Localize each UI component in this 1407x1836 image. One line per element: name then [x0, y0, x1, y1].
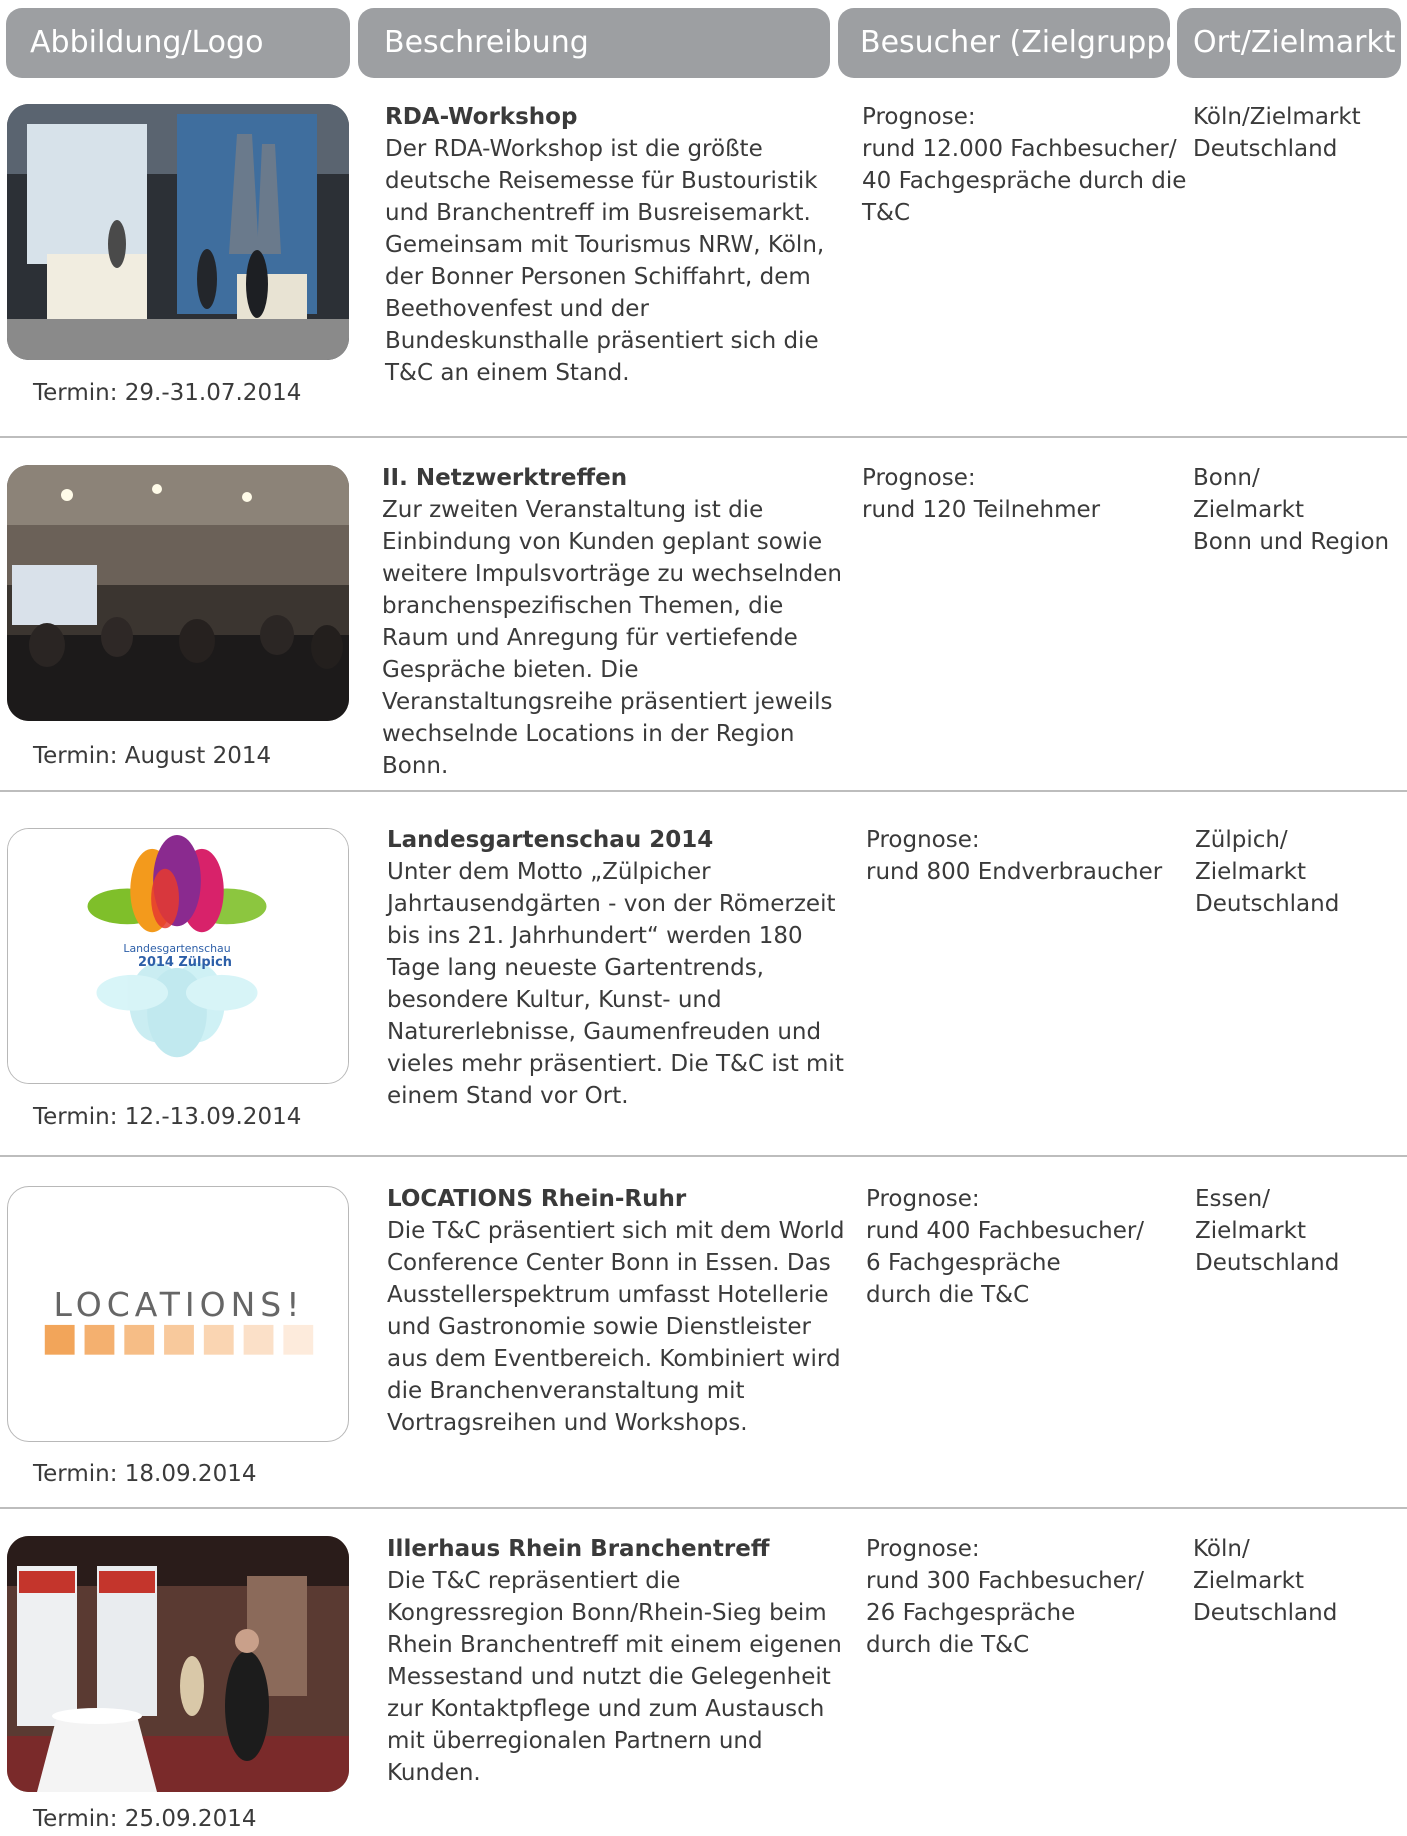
row-visitors: Prognose: rund 800 Endverbraucher	[866, 827, 1163, 885]
row-termin: Termin: 25.09.2014	[33, 1806, 257, 1832]
row-termin: Termin: 12.-13.09.2014	[33, 1104, 302, 1130]
row-visitors: Prognose: rund 12.000 Fachbesucher/ 40 F…	[862, 104, 1187, 226]
locations-logo: LOCATIONS!	[7, 1186, 349, 1442]
row-location: Köln/Zielmarkt Deutschland	[1193, 104, 1361, 162]
row-visitors: Prognose: rund 300 Fachbesucher/ 26 Fach…	[866, 1536, 1145, 1658]
row-rda-description: RDA-Workshop Der RDA-Workshop ist die gr…	[385, 101, 845, 389]
header-col-description: Beschreibung	[358, 8, 830, 78]
row-body: Unter dem Motto „Zülpicher Jahrtausendgä…	[387, 859, 844, 1109]
illerhaus-photo	[7, 1536, 349, 1792]
row-title: II. Netzwerktreffen	[382, 465, 628, 491]
row-body: Der RDA-Workshop ist die größte deutsche…	[385, 136, 825, 386]
row-termin: Termin: 29.-31.07.2014	[33, 380, 302, 406]
header-col-visitors: Besucher (Zielgruppe)	[838, 8, 1170, 78]
row-divider	[0, 1507, 1407, 1509]
row-location: Zülpich/ Zielmarkt Deutschland	[1195, 827, 1340, 917]
row-body: Die T&C präsentiert sich mit dem World C…	[387, 1218, 845, 1436]
row-netzwerk-description: II. Netzwerktreffen Zur zweiten Veransta…	[382, 462, 842, 782]
rda-workshop-photo	[7, 104, 349, 360]
netzwerktreffen-photo	[7, 465, 349, 721]
row-locations-description: LOCATIONS Rhein-Ruhr Die T&C präsentiert…	[387, 1183, 847, 1439]
logo-line2: 2014 Zülpich	[138, 955, 232, 970]
header-col-location: Ort/Zielmarkt	[1177, 8, 1401, 78]
row-visitors: Prognose: rund 400 Fachbesucher/ 6 Fachg…	[866, 1186, 1145, 1308]
landesgartenschau-logo: Landesgartenschau 2014 Zülpich	[7, 828, 349, 1084]
row-location: Essen/ Zielmarkt Deutschland	[1195, 1186, 1340, 1276]
row-title: Illerhaus Rhein Branchentreff	[387, 1536, 770, 1562]
row-location: Köln/ Zielmarkt Deutschland	[1193, 1536, 1338, 1626]
row-body: Die T&C repräsentiert die Kongressregion…	[387, 1568, 842, 1786]
row-title: LOCATIONS Rhein-Ruhr	[387, 1186, 687, 1212]
row-illerhaus-description: Illerhaus Rhein Branchentreff Die T&C re…	[387, 1533, 847, 1789]
header-col-logo: Abbildung/Logo	[6, 8, 350, 78]
row-termin: Termin: August 2014	[33, 743, 272, 769]
row-visitors: Prognose: rund 120 Teilnehmer	[862, 465, 1101, 523]
row-divider	[0, 1155, 1407, 1157]
row-title: RDA-Workshop	[385, 104, 578, 130]
row-divider	[0, 790, 1407, 792]
logo-line1: Landesgartenschau	[123, 942, 230, 955]
row-termin: Termin: 18.09.2014	[33, 1461, 257, 1487]
row-landesgartenschau-description: Landesgartenschau 2014 Unter dem Motto „…	[387, 824, 847, 1112]
row-location: Bonn/ Zielmarkt Bonn und Region	[1193, 465, 1390, 555]
row-title: Landesgartenschau 2014	[387, 827, 714, 853]
row-body: Zur zweiten Veranstaltung ist die Einbin…	[382, 497, 843, 779]
row-divider	[0, 436, 1407, 438]
